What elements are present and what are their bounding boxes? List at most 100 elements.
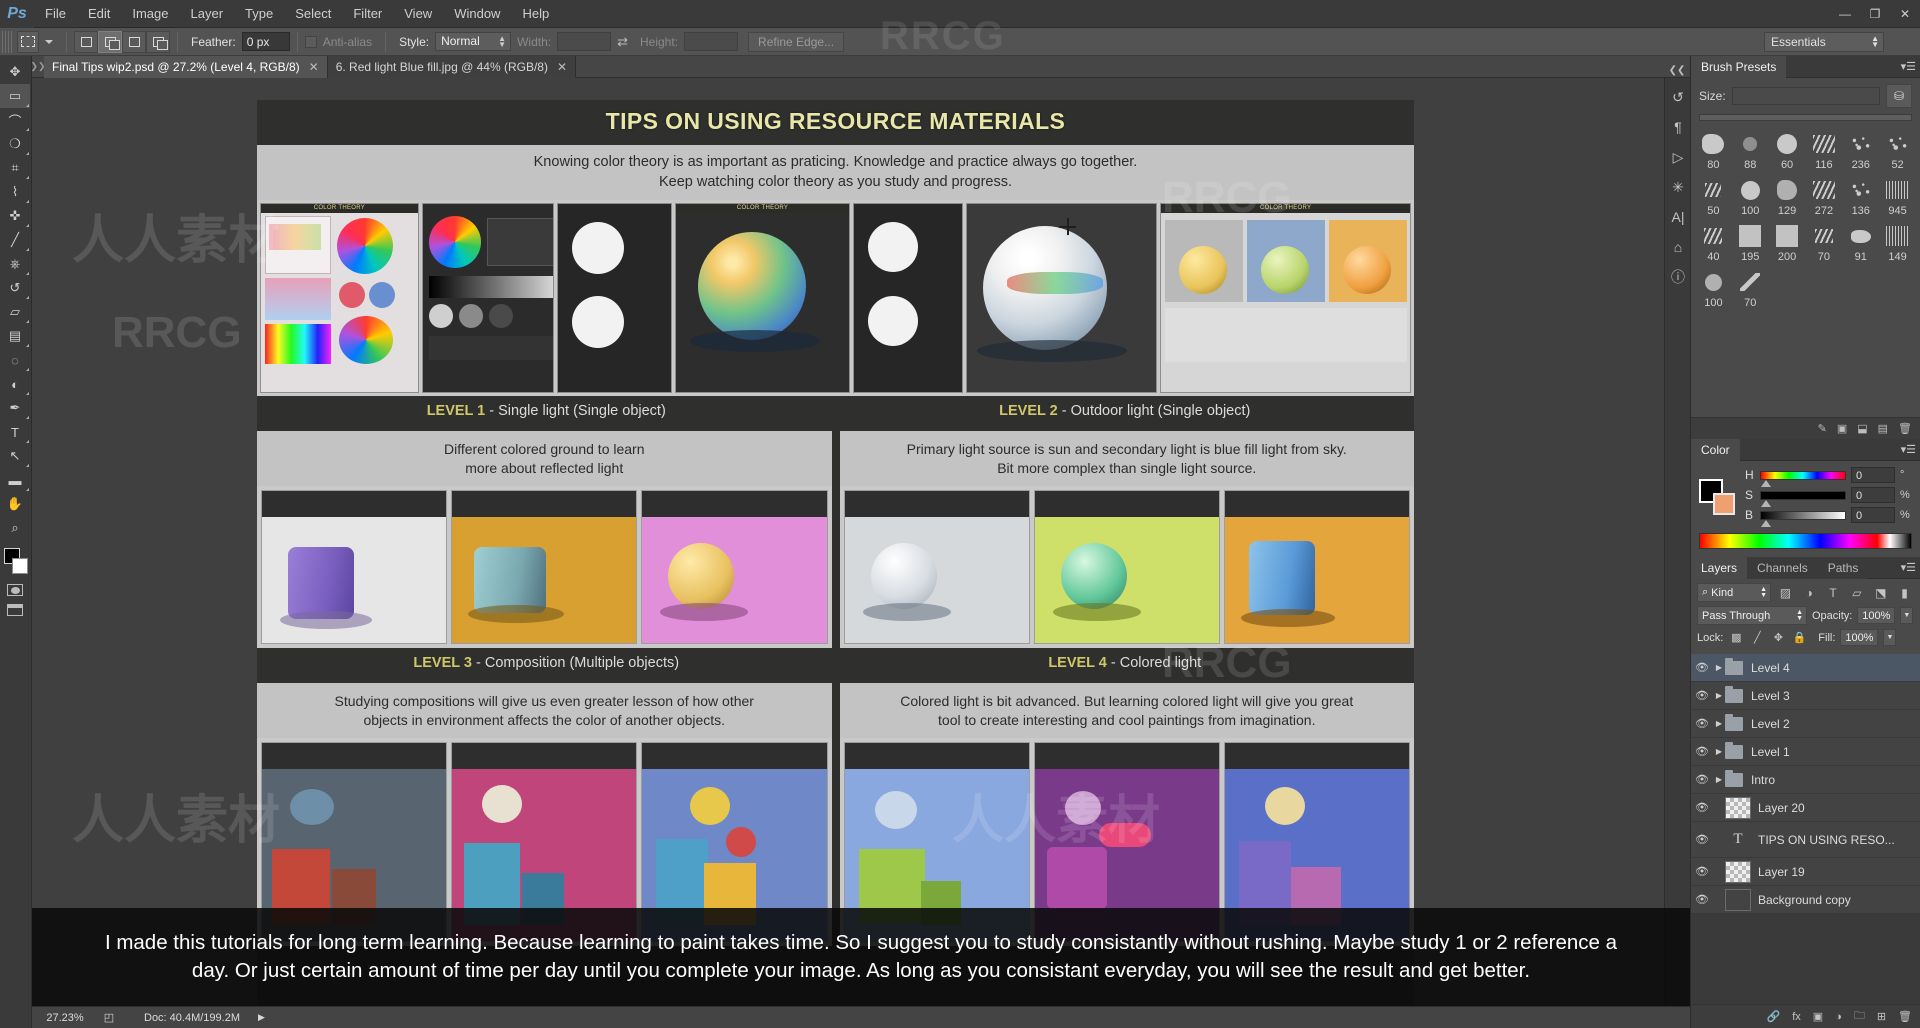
new-brush-icon[interactable]: ▣ <box>1837 422 1847 435</box>
blend-mode-select[interactable]: Pass Through ▲ ▼ <box>1697 606 1807 625</box>
brush-preset[interactable]: 100 <box>1695 267 1732 313</box>
tool-lasso[interactable]: ⌒ <box>0 108 30 132</box>
anti-alias-checkbox[interactable] <box>304 35 317 48</box>
layer-row-background-copy[interactable]: 👁 Background copy <box>1691 886 1920 914</box>
new-layer-icon[interactable]: ⊞ <box>1877 1010 1886 1023</box>
close-icon[interactable]: ✕ <box>309 60 319 74</box>
subtract-from-selection-button[interactable] <box>122 30 146 53</box>
brush-size-field[interactable] <box>1731 87 1880 105</box>
panel-menu-icon[interactable]: ▾☰ <box>1901 561 1916 574</box>
refine-edge-button[interactable]: Refine Edge... <box>748 31 845 52</box>
visibility-eye-icon[interactable]: 👁 <box>1691 717 1713 730</box>
lock-all-icon[interactable]: 🔒 <box>1791 631 1807 644</box>
paragraph-panel-icon[interactable]: ¶ <box>1665 112 1691 142</box>
save-brush-icon[interactable]: ▤ <box>1878 422 1888 435</box>
tool-eraser[interactable]: ▱ <box>0 300 30 324</box>
tool-history-brush[interactable]: ↺ <box>0 276 30 300</box>
minimize-button[interactable]: — <box>1830 0 1860 28</box>
hue-slider[interactable] <box>1760 470 1846 487</box>
shape-filter-icon[interactable]: ▱ <box>1848 583 1867 602</box>
tab-layers[interactable]: Layers <box>1691 557 1748 579</box>
color-swatches[interactable] <box>1699 479 1735 515</box>
layer-row-tips-text[interactable]: 👁 T TIPS ON USING RESO... <box>1691 822 1920 858</box>
actions-panel-icon[interactable]: ▷ <box>1665 142 1691 172</box>
tool-eyedropper[interactable]: ⌇ <box>0 180 30 204</box>
restore-button[interactable]: ❐ <box>1860 0 1890 28</box>
fill-chevron-down-icon[interactable]: ▼ <box>1883 629 1897 646</box>
background-color-chip[interactable] <box>1713 493 1735 515</box>
tab-color[interactable]: Color <box>1691 439 1740 461</box>
background-color-swatch[interactable] <box>12 558 28 574</box>
layer-filter-kind-select[interactable]: ⌕ Kind ▲ ▼ <box>1697 583 1772 602</box>
lock-transparency-icon[interactable]: ▩ <box>1728 631 1744 644</box>
brush-preset[interactable]: 40 <box>1695 221 1732 267</box>
filter-toggle-icon[interactable]: ▮ <box>1895 583 1914 602</box>
feather-input[interactable]: 0 px <box>241 32 290 51</box>
menu-filter[interactable]: Filter <box>342 0 393 28</box>
menu-help[interactable]: Help <box>511 0 560 28</box>
brush-preset[interactable]: 100 <box>1732 175 1769 221</box>
brush-preset[interactable]: 91 <box>1842 221 1879 267</box>
smartobject-filter-icon[interactable]: ⬔ <box>1871 583 1890 602</box>
visibility-eye-icon[interactable]: 👁 <box>1691 745 1713 758</box>
width-input[interactable] <box>557 32 612 51</box>
fill-value[interactable]: 100% <box>1840 629 1879 646</box>
delete-layer-icon[interactable]: 🗑 <box>1898 1010 1912 1023</box>
brush-preset[interactable]: 236 <box>1842 129 1879 175</box>
tab-channels[interactable]: Channels <box>1747 557 1818 579</box>
expand-chevron-right-icon[interactable]: ▶ <box>1713 747 1725 756</box>
close-button[interactable]: ✕ <box>1890 0 1920 28</box>
layer-row-level-4[interactable]: 👁 ▶ Level 4 <box>1691 654 1920 682</box>
brightness-slider[interactable] <box>1760 510 1846 527</box>
close-icon[interactable]: ✕ <box>557 60 567 74</box>
lock-image-icon[interactable]: ╱ <box>1749 631 1765 644</box>
expand-dock-chevron-icon[interactable]: ❮❮ <box>1664 62 1690 78</box>
tool-marquee[interactable]: ▭ <box>0 84 30 108</box>
brush-preset[interactable]: 136 <box>1842 175 1879 221</box>
foreground-background-colors[interactable] <box>0 546 30 580</box>
image-filter-icon[interactable]: ▨ <box>1776 583 1795 602</box>
visibility-eye-icon[interactable]: 👁 <box>1691 689 1713 702</box>
brush-preset[interactable]: 80 <box>1695 129 1732 175</box>
type-filter-icon[interactable]: T <box>1824 583 1843 602</box>
lock-position-icon[interactable]: ✥ <box>1770 631 1786 644</box>
tool-move[interactable]: ✥ <box>0 60 30 84</box>
intersect-selection-button[interactable] <box>146 30 170 53</box>
tab-final-tips-wip2[interactable]: Final Tips wip2.psd @ 27.2% (Level 4, RG… <box>44 56 328 78</box>
brush-preset[interactable]: 200 <box>1769 221 1806 267</box>
adjustments-panel-icon[interactable]: ✳ <box>1665 172 1691 202</box>
layer-row-intro[interactable]: 👁 ▶ Intro <box>1691 766 1920 794</box>
workspace-switcher[interactable]: Essentials ▲ ▼ <box>1764 32 1884 52</box>
menu-file[interactable]: File <box>34 0 77 28</box>
saturation-slider[interactable] <box>1760 490 1846 507</box>
tool-clone-stamp[interactable]: ⎈ <box>0 252 30 276</box>
add-to-selection-button[interactable] <box>98 30 122 53</box>
layer-row-layer-20[interactable]: 👁 Layer 20 <box>1691 794 1920 822</box>
panel-menu-icon[interactable]: ▾☰ <box>1901 60 1916 73</box>
menu-view[interactable]: View <box>393 0 443 28</box>
menu-type[interactable]: Type <box>234 0 284 28</box>
menu-edit[interactable]: Edit <box>77 0 121 28</box>
tool-brush[interactable]: ╱ <box>0 228 30 252</box>
tool-dodge[interactable]: ◐ <box>0 372 30 396</box>
tool-blur[interactable]: ◌ <box>0 348 30 372</box>
link-layers-icon[interactable]: 🔗 <box>1766 1010 1780 1023</box>
brush-preset[interactable]: 88 <box>1732 129 1769 175</box>
height-input[interactable] <box>684 32 739 51</box>
layer-row-level-1[interactable]: 👁 ▶ Level 1 <box>1691 738 1920 766</box>
brush-preset[interactable]: 149 <box>1879 221 1916 267</box>
swap-dimensions-icon[interactable]: ⇄ <box>617 34 628 50</box>
expand-chevron-right-icon[interactable]: ▶ <box>1713 691 1725 700</box>
load-brushes-icon[interactable]: ⛁ <box>1886 84 1912 108</box>
brush-preset[interactable]: 195 <box>1732 221 1769 267</box>
opacity-chevron-down-icon[interactable]: ▼ <box>1900 607 1914 624</box>
status-chevron-right-icon[interactable]: ▶ <box>258 1012 265 1023</box>
menu-select[interactable]: Select <box>284 0 342 28</box>
brush-preset[interactable]: 60 <box>1769 129 1806 175</box>
marquee-icon[interactable] <box>17 30 39 53</box>
delete-brush-icon[interactable]: 🗑 <box>1898 422 1912 435</box>
visibility-eye-icon[interactable]: 👁 <box>1691 833 1713 846</box>
brightness-value[interactable]: 0 <box>1851 507 1895 523</box>
layer-row-layer-19[interactable]: 👁 Layer 19 <box>1691 858 1920 886</box>
visibility-eye-icon[interactable]: 👁 <box>1691 865 1713 878</box>
